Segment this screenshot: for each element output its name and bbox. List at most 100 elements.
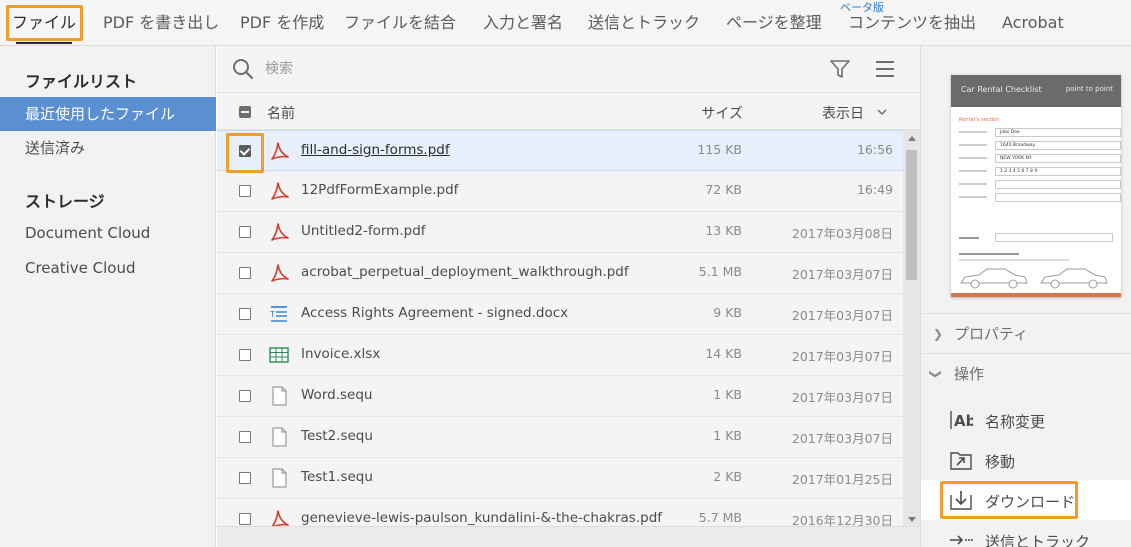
menu-send-and-track[interactable]: 送信とトラック — [588, 0, 700, 46]
menu-fill-and-sign[interactable]: 入力と署名 — [483, 0, 563, 46]
file-date: 2017年03月07日 — [791, 431, 893, 446]
file-date: 16:49 — [856, 182, 893, 197]
file-size: 1 KB — [713, 428, 742, 443]
row-checkbox[interactable] — [239, 390, 251, 402]
file-date: 2017年03月08日 — [791, 226, 893, 241]
menu-file[interactable]: ファイル — [12, 0, 76, 46]
table-row[interactable]: Untitled2-form.pdf 13 KB 2017年03月08日 — [217, 212, 903, 253]
table-row[interactable]: Word.sequ 1 KB 2017年03月07日 — [217, 376, 903, 417]
actions-label: 操作 — [954, 365, 985, 383]
table-row[interactable]: 12PdfFormExample.pdf 72 KB 16:49 — [217, 171, 903, 212]
search-input[interactable] — [265, 58, 805, 80]
file-size: 5.7 MB — [698, 510, 742, 525]
row-checkbox[interactable] — [239, 226, 251, 238]
excel-spreadsheet-icon — [269, 347, 289, 363]
sidebar-item-creative-cloud[interactable]: Creative Cloud — [0, 251, 216, 285]
top-menu-bar: ファイル PDF を書き出し PDF を作成 ファイルを結合 入力と署名 送信と… — [0, 0, 1131, 46]
row-checkbox[interactable] — [239, 267, 251, 279]
scroll-down-arrow-icon[interactable] — [908, 517, 916, 522]
table-row[interactable]: T Access Rights Agreement - signed.docx 9 … — [217, 294, 903, 335]
move-action[interactable]: 移動 — [921, 440, 1131, 480]
row-checkbox[interactable] — [239, 513, 251, 525]
file-name[interactable]: Access Rights Agreement - signed.docx — [301, 305, 568, 321]
list-footer — [217, 526, 920, 547]
table-row[interactable]: Test1.sequ 2 KB 2017年01月25日 — [217, 458, 903, 499]
rename-label: 名称変更 — [985, 413, 1046, 431]
generic-file-icon — [272, 468, 287, 488]
row-checkbox[interactable] — [239, 145, 251, 157]
generic-file-icon — [272, 427, 287, 447]
properties-label: プロパティ — [954, 325, 1029, 343]
scroll-up-arrow-icon[interactable] — [908, 136, 916, 141]
table-header: 名前 サイズ 表示日 — [217, 94, 920, 130]
send-and-track-label: 送信とトラック — [985, 533, 1091, 547]
filter-icon[interactable] — [829, 58, 851, 80]
menu-organize-pages[interactable]: ページを整理 — [726, 0, 822, 46]
pdf-file-icon — [271, 142, 289, 160]
file-list-heading: ファイルリスト — [25, 72, 138, 91]
menu-combine-files[interactable]: ファイルを結合 — [344, 0, 456, 46]
file-size: 5.1 MB — [698, 264, 742, 279]
actions-section[interactable]: ❯ 操作 — [921, 354, 1131, 394]
preview-text-line — [959, 253, 1019, 255]
row-checkbox[interactable] — [239, 349, 251, 361]
preview-title: Car Rental Checklist — [961, 85, 1042, 94]
storage-heading: ストレージ — [25, 192, 105, 211]
rename-action[interactable]: Ab 名称変更 — [921, 400, 1131, 440]
file-name[interactable]: Untitled2-form.pdf — [301, 223, 426, 239]
preview-signature-label — [959, 237, 979, 239]
row-checkbox[interactable] — [239, 308, 251, 320]
car-outline-image — [1040, 268, 1108, 289]
table-row[interactable]: Test2.sequ 1 KB 2017年03月07日 — [217, 417, 903, 458]
pdf-file-icon — [271, 264, 289, 282]
file-size: 14 KB — [705, 346, 742, 361]
table-row[interactable]: fill-and-sign-forms.pdf 115 KB 16:56 — [217, 130, 903, 171]
car-outline-image — [960, 268, 1028, 289]
document-preview-thumbnail[interactable]: Car Rental Checklist point to point Rent… — [951, 75, 1121, 297]
file-size: 2 KB — [713, 469, 742, 484]
select-all-checkbox[interactable] — [239, 106, 251, 118]
file-date: 2017年01月25日 — [791, 472, 893, 487]
sidebar-item-sent[interactable]: 送信済み — [0, 131, 216, 165]
file-name[interactable]: Invoice.xlsx — [301, 346, 380, 362]
file-name[interactable]: fill-and-sign-forms.pdf — [301, 142, 450, 158]
table-row[interactable]: acrobat_perpetual_deployment_walkthrough… — [217, 253, 903, 294]
row-checkbox[interactable] — [239, 431, 251, 443]
download-icon — [950, 491, 972, 510]
download-action[interactable]: ダウンロード — [921, 480, 1131, 520]
column-date-header[interactable]: 表示日 — [822, 103, 864, 123]
generic-file-icon — [272, 386, 287, 406]
file-name[interactable]: Test1.sequ — [301, 469, 373, 485]
menu-acrobat[interactable]: Acrobat — [1002, 0, 1064, 46]
file-name[interactable]: acrobat_perpetual_deployment_walkthrough… — [301, 264, 629, 280]
file-size: 115 KB — [697, 142, 742, 157]
file-name[interactable]: Test2.sequ — [301, 428, 373, 444]
file-size: 1 KB — [713, 387, 742, 402]
preview-signature-field — [995, 233, 1113, 242]
file-name[interactable]: Word.sequ — [301, 387, 372, 403]
move-icon — [950, 452, 972, 470]
send-and-track-action[interactable]: 送信とトラック — [921, 520, 1131, 547]
menu-export-pdf[interactable]: PDF を書き出し — [103, 0, 219, 46]
list-menu-icon[interactable] — [875, 60, 895, 78]
sidebar-item-document-cloud[interactable]: Document Cloud — [0, 216, 216, 250]
pdf-file-icon — [271, 182, 289, 200]
table-row[interactable]: Invoice.xlsx 14 KB 2017年03月07日 — [217, 335, 903, 376]
scrollbar-thumb[interactable] — [906, 150, 917, 280]
column-name-header[interactable]: 名前 — [267, 103, 295, 123]
search-icon[interactable] — [232, 58, 254, 80]
properties-section[interactable]: ❯ プロパティ — [921, 314, 1131, 354]
sidebar: ファイルリスト 最近使用したファイル 送信済み ストレージ Document C… — [0, 46, 216, 547]
file-size: 9 KB — [713, 305, 742, 320]
column-size-header[interactable]: サイズ — [701, 103, 743, 123]
row-checkbox[interactable] — [239, 472, 251, 484]
sidebar-item-recent-files[interactable]: 最近使用したファイル — [0, 97, 216, 131]
menu-create-pdf[interactable]: PDF を作成 — [240, 0, 324, 46]
chevron-down-icon[interactable] — [877, 109, 887, 116]
menu-extract-content[interactable]: コンテンツを抽出 — [848, 0, 976, 46]
row-checkbox[interactable] — [239, 185, 251, 197]
vertical-scrollbar[interactable] — [903, 130, 920, 526]
file-name[interactable]: 12PdfFormExample.pdf — [301, 182, 458, 198]
send-track-icon — [950, 535, 973, 545]
file-name[interactable]: genevieve-lewis-paulson_kundalini-&-the-… — [301, 510, 662, 526]
